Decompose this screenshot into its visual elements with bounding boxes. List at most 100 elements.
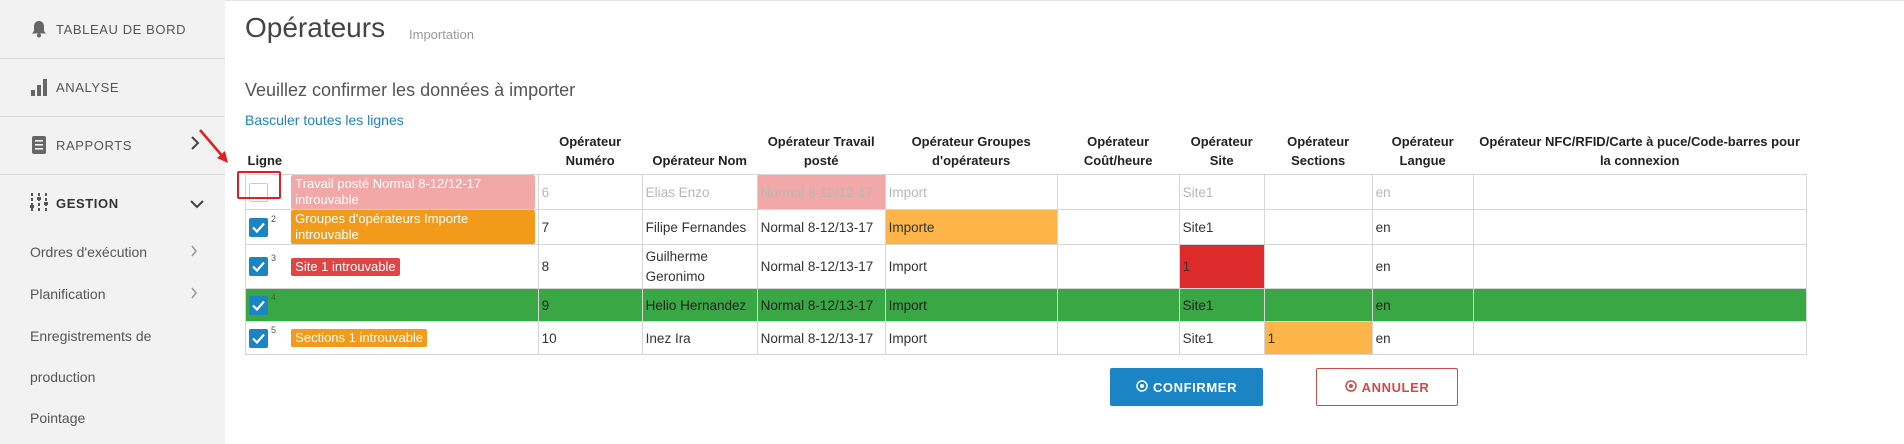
sub-item-planning[interactable]: Planification	[30, 286, 106, 302]
cell-shift: Normal 8-12/12-17	[756, 174, 886, 210]
row-checkbox[interactable]	[249, 257, 268, 276]
annotation-highlight-box	[237, 171, 281, 199]
row-select-cell: 5	[245, 321, 287, 355]
row-select-cell: 2	[245, 209, 287, 245]
chevron-right-icon[interactable]	[190, 245, 198, 260]
annotation-arrow-icon	[199, 129, 228, 163]
chevron-down-icon[interactable]	[190, 196, 204, 214]
bell-icon	[28, 18, 50, 40]
page-title: Opérateurs	[245, 12, 386, 43]
sub-item-production-records-cont[interactable]: production	[30, 369, 95, 385]
col-header-name: Opérateur Nom	[652, 153, 747, 168]
row-number: 3	[271, 253, 277, 263]
cell-cost	[1056, 209, 1180, 245]
checkmark-icon	[252, 300, 265, 311]
cell-nfc	[1472, 174, 1807, 210]
cell-site: Site1	[1178, 209, 1265, 245]
row-error-cell: Sections 1 introuvable	[286, 321, 539, 355]
row-error-cell: Groupes d'opérateurs Importe introuvable	[286, 209, 539, 245]
nav-label: RAPPORTS	[56, 137, 133, 153]
cell-sections	[1263, 174, 1373, 210]
row-checkbox[interactable]	[249, 295, 268, 315]
nav-item-analysis[interactable]: ANALYSE	[28, 76, 119, 98]
cell-site: Site1	[1178, 321, 1265, 355]
nav-label: ANALYSE	[56, 79, 120, 95]
col-header-language: Opérateur Langue	[1391, 134, 1454, 168]
cell-cost	[1056, 321, 1180, 355]
divider	[225, 0, 1904, 1]
cell-site: Site1	[1178, 288, 1265, 322]
cell-sections: 1	[1263, 321, 1373, 355]
cell-language: en	[1371, 174, 1474, 210]
cell-shift: Normal 8-12/13-17	[756, 244, 886, 289]
bar-chart-icon	[28, 76, 50, 98]
table-row: 2 Groupes d'opérateurs Importe introuvab…	[245, 209, 1807, 245]
row-error-cell: Travail posté Normal 8-12/12-17 introuva…	[286, 174, 539, 210]
divider	[0, 174, 225, 175]
sub-item-time-tracking[interactable]: Pointage	[30, 410, 85, 426]
sidebar: TABLEAU DE BORD ANALYSE RAPPORTS GESTION…	[0, 0, 225, 444]
cell-language: en	[1371, 321, 1474, 355]
cell-sections	[1263, 288, 1373, 322]
main-content: Opérateurs Importation Veuillez confirme…	[225, 0, 1904, 444]
table-header-row: Ligne Opérateur Numéro Opérateur Nom Opé…	[246, 128, 1807, 175]
error-badge: Groupes d'opérateurs Importe introuvable	[291, 210, 535, 244]
table-row: 4 9 Helio Hernandez Normal 8-12/13-17 Im…	[245, 288, 1807, 322]
nav-item-reports[interactable]: RAPPORTS	[28, 134, 132, 156]
sub-item-execution-orders[interactable]: Ordres d'exécution	[30, 244, 147, 260]
divider	[0, 58, 225, 59]
sliders-icon	[28, 192, 50, 214]
cell-language: en	[1371, 244, 1474, 289]
cell-number: 7	[537, 209, 643, 245]
checkmark-icon	[252, 333, 265, 344]
cell-name: Filipe Fernandes	[641, 209, 758, 245]
cell-site: Site1	[1178, 174, 1265, 210]
cell-shift: Normal 8-12/13-17	[756, 288, 886, 322]
confirm-instruction: Veuillez confirmer les données à importe…	[245, 80, 576, 100]
cell-number: 9	[537, 288, 643, 322]
row-checkbox[interactable]	[249, 217, 268, 237]
divider	[0, 116, 225, 117]
col-header-number: Opérateur Numéro	[559, 134, 622, 168]
cancel-button-label: ANNULER	[1361, 379, 1430, 395]
cell-nfc	[1472, 209, 1807, 245]
table-row: Travail posté Normal 8-12/12-17 introuva…	[245, 174, 1807, 210]
cell-name: Guilherme Geronimo	[641, 244, 758, 289]
row-number: 2	[271, 213, 277, 224]
col-header-shift: Opérateur Travail posté	[767, 134, 875, 168]
confirm-button-label: CONFIRMER	[1152, 379, 1238, 395]
cancel-button[interactable]: ANNULER	[1316, 368, 1458, 406]
cell-name: Inez Ira	[641, 321, 758, 355]
toggle-all-rows-link[interactable]: Basculer toutes les lignes	[245, 112, 404, 128]
cell-sections	[1263, 209, 1373, 245]
nav-item-dashboard[interactable]: TABLEAU DE BORD	[28, 18, 186, 40]
confirm-button[interactable]: CONFIRMER	[1110, 368, 1263, 406]
cell-nfc	[1472, 288, 1807, 322]
cell-language: en	[1371, 209, 1474, 245]
document-icon	[28, 134, 50, 156]
row-checkbox[interactable]	[249, 328, 268, 348]
cell-number: 8	[537, 244, 643, 289]
nav-item-management[interactable]: GESTION	[28, 192, 119, 214]
checkmark-icon	[252, 222, 265, 233]
cell-shift: Normal 8-12/13-17	[756, 321, 886, 355]
nav-label: GESTION	[56, 195, 119, 211]
row-error-cell	[286, 288, 539, 322]
cell-groups: Import	[884, 321, 1058, 355]
cell-cost	[1056, 174, 1180, 210]
chevron-right-icon[interactable]	[190, 287, 198, 302]
cell-groups: Importe	[884, 209, 1058, 245]
row-number: 4	[271, 291, 277, 302]
sub-item-production-records[interactable]: Enregistrements de	[30, 328, 151, 344]
cell-cost	[1056, 244, 1180, 289]
cell-number: 10	[537, 321, 643, 355]
cell-site: 1	[1178, 244, 1265, 289]
cancel-circle-icon	[1344, 379, 1357, 395]
cell-language: en	[1371, 288, 1474, 322]
col-header-groups: Opérateur Groupes d'opérateurs	[911, 134, 1031, 168]
table-row: 3 Site 1 introuvable 8 Guilherme Geronim…	[245, 244, 1807, 289]
cell-shift: Normal 8-12/13-17	[756, 209, 886, 245]
cell-sections	[1263, 244, 1373, 289]
table-row: 5 Sections 1 introuvable 10 Inez Ira Nor…	[245, 321, 1807, 355]
error-badge: Site 1 introuvable	[291, 257, 400, 276]
